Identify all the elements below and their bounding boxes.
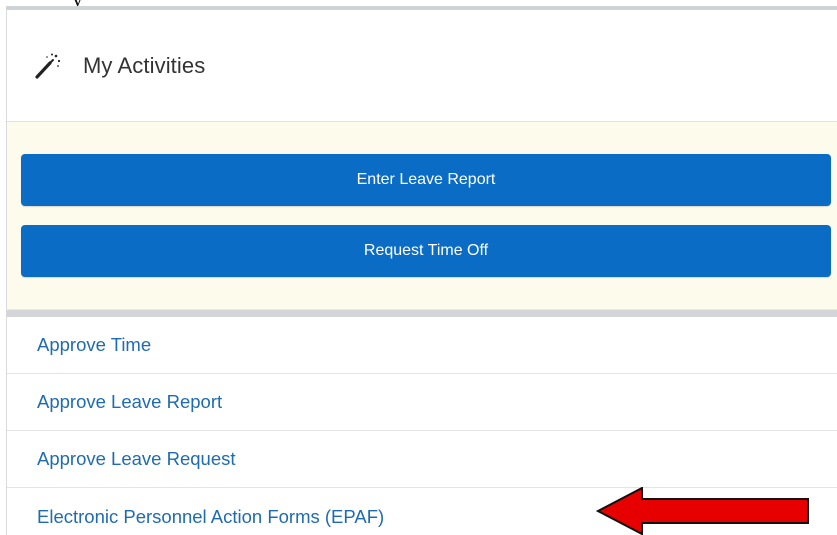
panel-header: My Activities	[7, 10, 837, 122]
approve-time-link[interactable]: Approve Time	[7, 317, 837, 374]
request-time-off-button[interactable]: Request Time Off	[21, 225, 831, 277]
page: y My Activities Enter Leave Report Reque…	[0, 0, 837, 535]
panel-title: My Activities	[83, 52, 206, 78]
approve-leave-request-link[interactable]: Approve Leave Request	[7, 431, 837, 488]
red-arrow-icon	[596, 487, 809, 535]
magic-wand-icon	[33, 52, 61, 80]
approve-leave-report-link[interactable]: Approve Leave Report	[7, 374, 837, 431]
my-activities-panel: My Activities Enter Leave Report Request…	[6, 6, 837, 535]
divider	[7, 310, 837, 317]
enter-leave-report-button[interactable]: Enter Leave Report	[21, 154, 831, 206]
action-area: Enter Leave Report Request Time Off	[7, 122, 837, 310]
